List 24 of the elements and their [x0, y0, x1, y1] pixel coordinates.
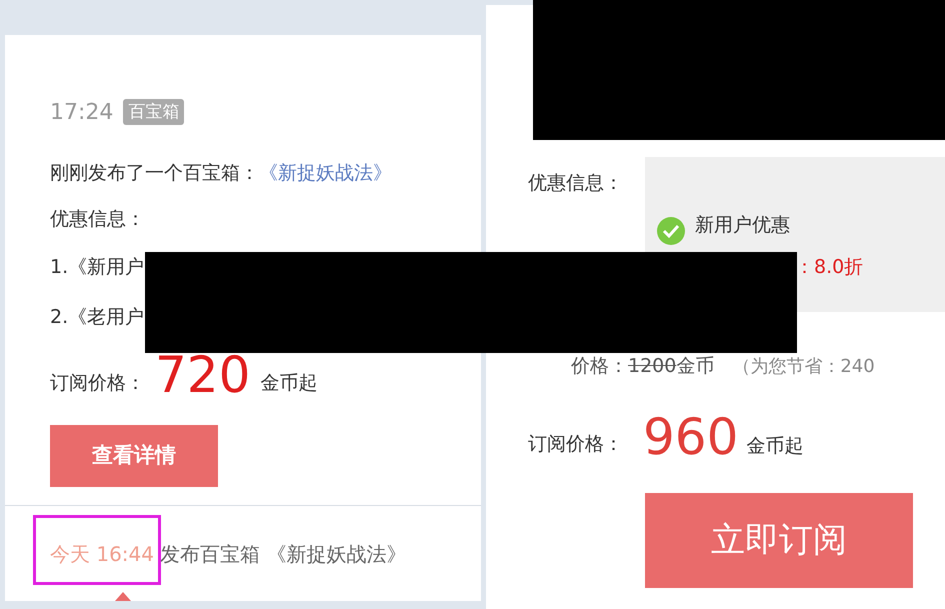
title-link[interactable]: 《新捉妖战法》	[259, 158, 392, 188]
price-unit: 金币起	[746, 434, 804, 459]
post-time: 17:24	[50, 98, 114, 126]
subscribe-button[interactable]: 立即订阅	[645, 492, 913, 588]
details-button[interactable]: 查看详情	[50, 425, 218, 487]
category-tag: 百宝箱	[123, 99, 184, 125]
original-price: 1200	[628, 354, 676, 379]
feed-time: 今天 16:44	[50, 540, 154, 568]
discount-text: ：8.0折	[795, 255, 864, 280]
original-price-unit: 金币	[676, 354, 714, 379]
offer-line: 1.《新用户	[50, 255, 146, 280]
offer-title: 新用户优惠	[695, 212, 790, 238]
savings-text: （为您节省：240	[732, 354, 875, 379]
offers-label: 优惠信息：	[50, 207, 146, 232]
feed-text: 发布百宝箱 《新捉妖战法》	[160, 540, 406, 568]
offer-line: 2.《老用户	[50, 305, 146, 330]
announcement-text: 刚刚发布了一个百宝箱：	[50, 160, 259, 186]
price-unit: 金币起	[260, 370, 318, 396]
offers-label: 优惠信息：	[528, 171, 624, 196]
price-value: 960	[643, 408, 738, 464]
price-value: 720	[155, 347, 250, 403]
price-label: 订阅价格：	[528, 432, 624, 457]
price-label: 订阅价格：	[50, 370, 145, 396]
original-price-label: 价格：	[571, 354, 628, 379]
